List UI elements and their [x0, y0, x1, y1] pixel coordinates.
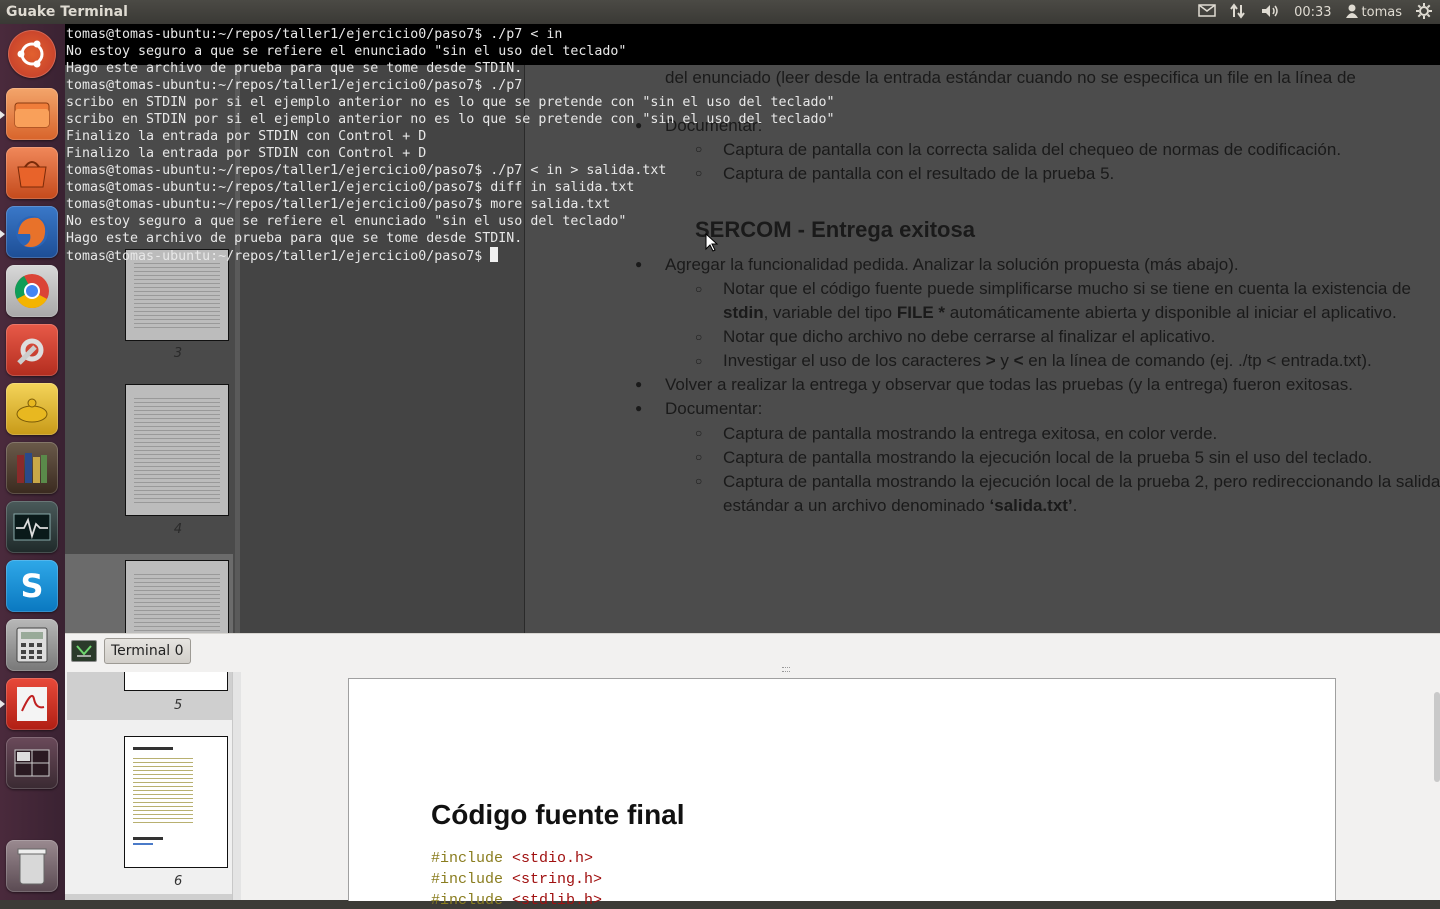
bullet: ●: [635, 401, 643, 415]
doc-line: Volver a realizar la entrega y observar …: [665, 375, 1353, 394]
mouse-cursor-icon: [705, 233, 719, 252]
terminal-line: scribo en STDIN por si el ejemplo anteri…: [66, 95, 835, 110]
code-line: #include <string.h>: [431, 871, 603, 888]
ubuntu-dash-icon[interactable]: [8, 30, 56, 78]
document-page-final-code: Código fuente final #include <stdio.h> #…: [348, 678, 1336, 909]
doc-line: Notar que el código fuente puede simplif…: [723, 279, 1411, 298]
launcher: S: [0, 24, 65, 900]
download-arrow-icon: [76, 645, 92, 657]
genie-icon[interactable]: [6, 383, 58, 435]
pdf-reader-icon[interactable]: [6, 678, 58, 730]
terminal-text[interactable]: tomas@tomas-ubuntu:~/repos/taller1/ejerc…: [66, 26, 1436, 265]
mail-icon[interactable]: [1198, 4, 1216, 20]
indicator-area: 00:33 tomas: [1198, 2, 1432, 22]
volume-icon[interactable]: [1260, 3, 1280, 22]
thumbnail-scrollbar[interactable]: [65, 894, 235, 900]
code-line: #include <stdlib.h>: [431, 892, 603, 909]
gear-icon[interactable]: [1416, 2, 1432, 22]
bullet: ○: [695, 474, 703, 488]
bullet: ○: [695, 426, 703, 440]
files-icon[interactable]: [6, 88, 58, 140]
guake-tab-bar: Terminal 0: [65, 633, 1440, 673]
doc-line: stdin, variable del tipo FILE * automáti…: [723, 303, 1397, 322]
terminal-line: tomas@tomas-ubuntu:~/repos/taller1/ejerc…: [66, 78, 523, 93]
bullet: ○: [695, 450, 703, 464]
terminal-line: tomas@tomas-ubuntu:~/repos/taller1/ejerc…: [66, 197, 611, 212]
running-indicator: [0, 111, 5, 119]
running-indicator: [0, 700, 5, 708]
window-title: Guake Terminal: [6, 4, 128, 20]
bullet: ○: [695, 354, 703, 368]
user-menu[interactable]: tomas: [1345, 4, 1402, 21]
user-icon: [1345, 4, 1358, 21]
thumbnail-number-6: 6: [174, 874, 183, 889]
network-icon[interactable]: [1230, 2, 1246, 22]
system-monitor-icon[interactable]: [6, 501, 58, 553]
bullet: ○: [695, 330, 703, 344]
doc-line: Investigar el uso de los caracteres > y …: [723, 351, 1372, 370]
clock[interactable]: 00:33: [1294, 5, 1331, 20]
page-thumbnail-4[interactable]: [125, 384, 229, 516]
user-name: tomas: [1361, 4, 1402, 20]
thumbnail-number-3: 3: [173, 346, 183, 361]
terminal-line: tomas@tomas-ubuntu:~/repos/taller1/ejerc…: [66, 163, 667, 178]
terminal-line: No estoy seguro a que se refiere el enun…: [66, 44, 627, 59]
calculator-icon[interactable]: [6, 619, 58, 671]
terminal-line: Hago este archivo de prueba para que se …: [66, 231, 523, 246]
workspace-switcher-icon[interactable]: [6, 737, 58, 789]
code-line: #include <stdio.h>: [431, 850, 594, 867]
doc-line: Captura de pantalla mostrando la ejecuci…: [723, 448, 1373, 467]
page-thumbnail-6[interactable]: [124, 736, 228, 868]
final-code-heading: Código fuente final: [431, 799, 685, 830]
page-thumbnail-5[interactable]: [125, 560, 229, 642]
trash-icon[interactable]: [6, 840, 58, 892]
doc-line: Notar que dicho archivo no debe cerrarse…: [723, 327, 1216, 346]
thumbnail-sidebar-lower: 5 6: [65, 672, 235, 900]
terminal-cursor: [490, 247, 499, 262]
terminal-line: tomas@tomas-ubuntu:~/repos/taller1/ejerc…: [66, 180, 635, 195]
terminal-line: No estoy seguro a que se refiere el enun…: [66, 214, 627, 229]
bullet: ●: [635, 377, 643, 391]
doc-line: Documentar:: [665, 399, 763, 418]
terminal-line: scribo en STDIN por si el ejemplo anteri…: [66, 112, 835, 127]
page-thumbnail-5-bottom[interactable]: [124, 672, 228, 691]
tab-terminal-0[interactable]: Terminal 0: [104, 638, 191, 664]
chrome-icon[interactable]: [6, 265, 58, 317]
library-icon[interactable]: [6, 442, 58, 494]
firefox-icon[interactable]: [6, 206, 58, 258]
sidebar-splitter-lower[interactable]: [232, 672, 241, 900]
doc-line: Captura de pantalla mostrando la ejecuci…: [723, 472, 1440, 491]
software-center-icon[interactable]: [6, 147, 58, 199]
top-panel: Guake Terminal 00:33 tomas: [0, 0, 1440, 24]
doc-line: estándar a un archivo denominado ‘salida…: [723, 496, 1078, 515]
page-scrollbar[interactable]: [1434, 692, 1440, 782]
thumbnail-number-5: 5: [174, 698, 183, 713]
bullet: ○: [695, 282, 703, 296]
thumbnail-number-4: 4: [173, 522, 183, 537]
terminal-line: Finalizo la entrada por STDIN con Contro…: [66, 146, 427, 161]
terminal-line: tomas@tomas-ubuntu:~/repos/taller1/ejerc…: [66, 27, 563, 42]
running-indicator: [0, 230, 5, 238]
terminal-prompt: tomas@tomas-ubuntu:~/repos/taller1/ejerc…: [66, 249, 491, 264]
terminal-line: Finalizo la entrada por STDIN con Contro…: [66, 129, 427, 144]
add-tab-button[interactable]: [71, 640, 97, 662]
doc-line: Captura de pantalla mostrando la entrega…: [723, 424, 1218, 443]
system-settings-icon[interactable]: [6, 324, 58, 376]
skype-icon[interactable]: S: [6, 560, 58, 612]
terminal-line: Hago este archivo de prueba para que se …: [66, 61, 523, 76]
